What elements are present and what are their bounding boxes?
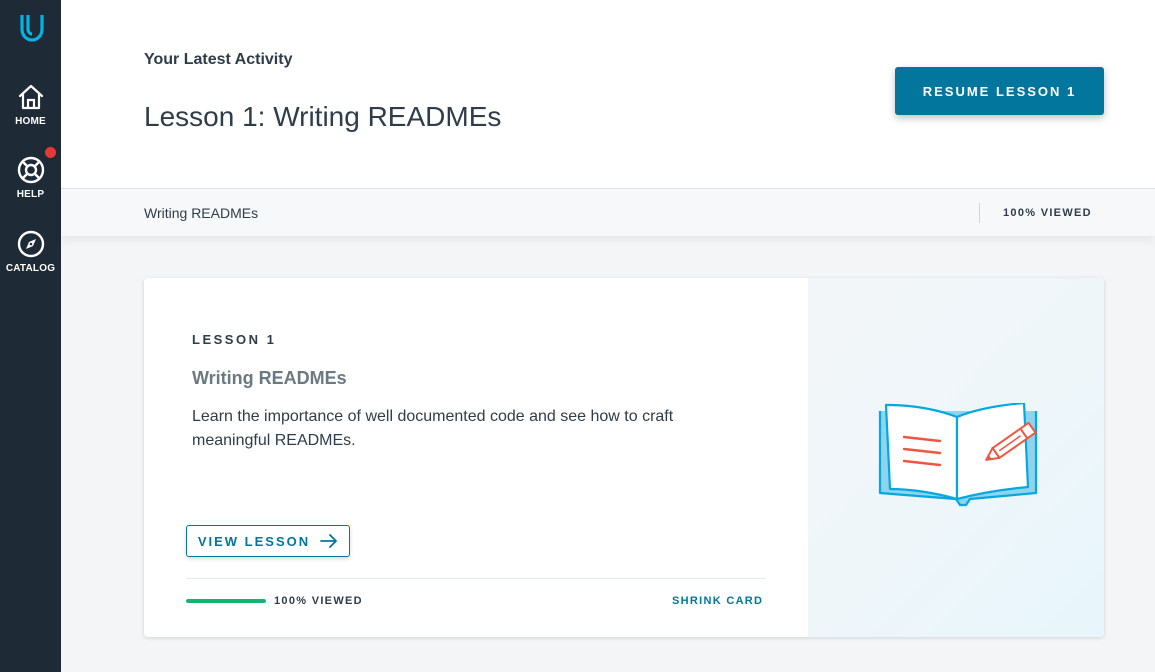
lifebuoy-icon [17,156,44,184]
card-viewed-status: 100% VIEWED [274,595,363,607]
view-lesson-button[interactable]: VIEW LESSON [186,525,350,557]
udacity-logo-icon[interactable] [15,10,49,44]
activity-header: Your Latest Activity Lesson 1: Writing R… [61,0,1155,188]
lesson-card: LESSON 1 Writing READMEs Learn the impor… [144,278,1104,637]
lesson-description: Learn the importance of well documented … [192,408,674,449]
page-title: Lesson 1: Writing READMEs [144,101,502,132]
resume-lesson-button[interactable]: RESUME LESSON 1 [895,67,1104,115]
sidebar-item-label: HELP [16,189,45,200]
strip-lesson-name: Writing READMEs [144,205,259,221]
progress-strip: Writing READMEs 100% VIEWED [61,188,1155,236]
sidebar: HOME HELP CATALOG [0,0,61,672]
card-illustration-panel [808,278,1104,637]
sidebar-item-label: CATALOG [5,263,56,274]
notification-dot [45,147,56,158]
lesson-number-label: LESSON 1 [192,332,277,347]
lesson-progress-fill [186,599,266,603]
section-subtitle: Your Latest Activity [144,51,293,68]
divider [979,203,980,223]
compass-icon [17,230,44,258]
divider [186,578,766,579]
sidebar-item-help[interactable]: HELP [0,147,61,200]
sidebar-item-home[interactable]: HOME [0,82,61,127]
lesson-title: Writing READMEs [192,368,347,388]
open-book-pencil-icon [878,403,1038,507]
view-lesson-label: VIEW LESSON [197,533,311,549]
strip-viewed-status: 100% VIEWED [1003,207,1092,219]
shrink-card-link[interactable]: SHRINK CARD [672,595,763,607]
arrow-right-icon [320,534,338,548]
lesson-progress-bar [186,599,266,603]
home-icon [18,84,43,110]
sidebar-item-label: HOME [15,116,46,127]
sidebar-item-catalog[interactable]: CATALOG [0,229,61,274]
